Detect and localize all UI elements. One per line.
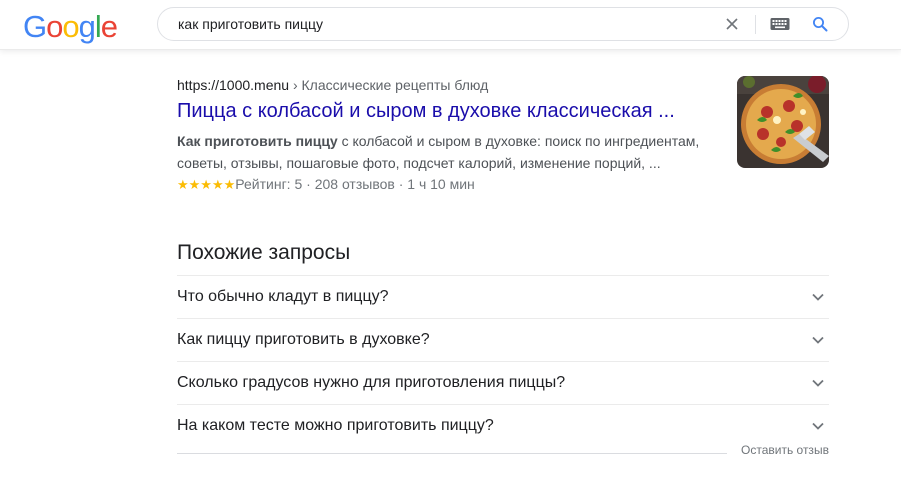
search-icon[interactable] — [812, 16, 828, 32]
close-icon[interactable] — [724, 16, 740, 32]
related-list: Что обычно кладут в пиццу? Как пиццу при… — [177, 275, 829, 448]
chevron-down-icon[interactable] — [811, 419, 825, 433]
result-breadcrumb: › Классические рецепты блюд — [292, 77, 489, 93]
pizza-thumbnail[interactable] — [737, 76, 829, 168]
logo-letter: o — [62, 9, 79, 44]
header: Google — [0, 0, 901, 50]
rating-sep-1: · — [306, 176, 311, 192]
related-item[interactable]: Что обычно кладут в пиццу? — [177, 276, 829, 319]
related-question[interactable]: Что обычно кладут в пиццу? — [177, 287, 389, 307]
google-logo[interactable]: Google — [23, 9, 118, 44]
rating-row: ★★★★★Рейтинг: 5 · 208 отзывов · 1 ч 10 м… — [177, 174, 829, 195]
chevron-down-icon[interactable] — [811, 333, 825, 347]
feedback-divider — [177, 453, 727, 454]
snippet-highlight: Как приготовить пиццу — [177, 133, 338, 149]
result-snippet: Как приготовить пиццу с колбасой и сыром… — [177, 130, 722, 174]
related-item[interactable]: На каком тесте можно приготовить пиццу? — [177, 405, 829, 448]
search-result: https://1000.menu › Классические рецепты… — [177, 76, 829, 195]
related-item[interactable]: Сколько градусов нужно для приготовления… — [177, 362, 829, 405]
keyboard-icon[interactable] — [770, 17, 790, 31]
search-divider — [755, 15, 756, 34]
search-input[interactable] — [178, 8, 718, 40]
result-cite[interactable]: https://1000.menu › Классические рецепты… — [177, 76, 829, 94]
related-question[interactable]: Сколько градусов нужно для приготовления… — [177, 373, 565, 393]
related-question[interactable]: Как пиццу приготовить в духовке? — [177, 330, 430, 350]
result-url[interactable]: https://1000.menu — [177, 77, 289, 93]
related-question[interactable]: На каком тесте можно приготовить пиццу? — [177, 416, 494, 436]
related-heading: Похожие запросы — [177, 241, 351, 264]
rating-label: Рейтинг: 5 — [235, 176, 303, 192]
logo-letter: o — [46, 9, 63, 44]
review-count: 208 отзывов — [314, 176, 395, 192]
chevron-down-icon[interactable] — [811, 376, 825, 390]
rating-sep-2: · — [398, 176, 404, 192]
logo-letter: e — [100, 9, 118, 44]
rating-stars: ★★★★★ — [177, 177, 236, 192]
result-title-link[interactable]: Пицца с колбасой и сыром в духовке класс… — [177, 98, 829, 124]
logo-letter: G — [23, 9, 47, 44]
feedback-link[interactable]: Оставить отзыв — [741, 442, 829, 458]
search-box[interactable] — [157, 7, 849, 41]
logo-letter: g — [78, 9, 96, 44]
related-item[interactable]: Как пиццу приготовить в духовке? — [177, 319, 829, 362]
cook-time: 1 ч 10 мин — [407, 176, 475, 192]
chevron-down-icon[interactable] — [811, 290, 825, 304]
related-questions: Похожие запросы Что обычно кладут в пицц… — [177, 240, 829, 448]
